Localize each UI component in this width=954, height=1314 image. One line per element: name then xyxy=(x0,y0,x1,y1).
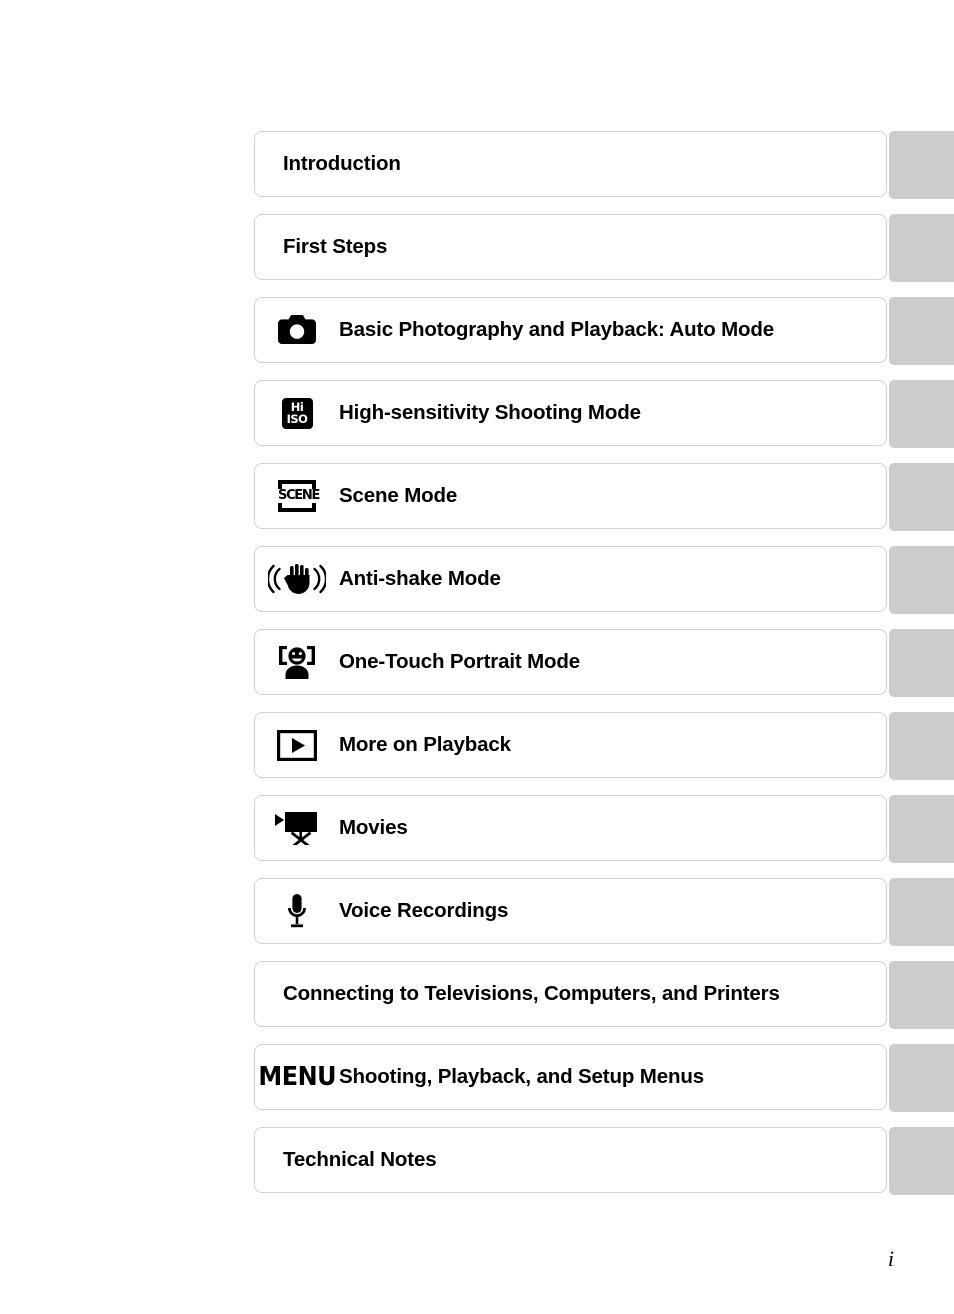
toc-row[interactable]: MENU Shooting, Playback, and Setup Menus xyxy=(254,1044,954,1112)
toc-entry-one-touch-portrait[interactable]: One-Touch Portrait Mode xyxy=(254,629,887,695)
icon-slot xyxy=(255,795,339,861)
camera-icon xyxy=(278,315,316,344)
icon-slot xyxy=(255,297,339,363)
toc-entry-introduction[interactable]: Introduction xyxy=(254,131,887,197)
icon-slot xyxy=(255,546,339,612)
toc-entry-label: Shooting, Playback, and Setup Menus xyxy=(339,1065,704,1089)
icon-slot: MENU xyxy=(255,1044,339,1110)
section-tab xyxy=(889,463,954,531)
section-tab xyxy=(889,546,954,614)
toc-row[interactable]: Hi ISO High-sensitivity Shooting Mode xyxy=(254,380,954,448)
toc-entry-basic-photography[interactable]: Basic Photography and Playback: Auto Mod… xyxy=(254,297,887,363)
toc-row[interactable]: First Steps xyxy=(254,214,954,282)
toc-entry-label: Voice Recordings xyxy=(339,899,509,923)
toc-entry-label: Anti-shake Mode xyxy=(339,567,501,591)
toc-row[interactable]: Connecting to Televisions, Computers, an… xyxy=(254,961,954,1029)
icon-slot xyxy=(255,878,339,944)
toc-entry-menus[interactable]: MENU Shooting, Playback, and Setup Menus xyxy=(254,1044,887,1110)
toc-row[interactable]: Anti-shake Mode xyxy=(254,546,954,614)
scene-icon-bar-bottom xyxy=(278,508,316,512)
toc-entry-scene-mode[interactable]: SCENE Scene Mode xyxy=(254,463,887,529)
microphone-icon xyxy=(288,894,306,928)
anti-shake-hand-icon xyxy=(268,564,326,594)
toc-entry-label: Basic Photography and Playback: Auto Mod… xyxy=(339,318,775,342)
toc-row[interactable]: SCENE Scene Mode xyxy=(254,463,954,531)
hi-iso-icon: Hi ISO xyxy=(281,397,313,429)
toc-entry-movies[interactable]: Movies xyxy=(254,795,887,861)
toc-entry-label: High-sensitivity Shooting Mode xyxy=(339,401,641,425)
hi-iso-icon-line2: ISO xyxy=(286,412,308,426)
icon-slot-empty xyxy=(255,1127,283,1193)
toc-entry-voice-recordings[interactable]: Voice Recordings xyxy=(254,878,887,944)
scene-icon-label: SCENE xyxy=(278,488,320,503)
section-tab xyxy=(889,1044,954,1112)
one-touch-portrait-icon xyxy=(279,646,315,679)
page-number: i xyxy=(887,1246,894,1271)
toc-entry-label: One-Touch Portrait Mode xyxy=(339,650,581,674)
section-tab xyxy=(889,380,954,448)
section-tab xyxy=(889,629,954,697)
section-tab xyxy=(889,961,954,1029)
toc-row[interactable]: Basic Photography and Playback: Auto Mod… xyxy=(254,297,954,365)
section-tab xyxy=(889,131,954,199)
toc-entry-connecting[interactable]: Connecting to Televisions, Computers, an… xyxy=(254,961,887,1027)
toc-row[interactable]: Voice Recordings xyxy=(254,878,954,946)
toc-row[interactable]: Movies xyxy=(254,795,954,863)
toc-entry-first-steps[interactable]: First Steps xyxy=(254,214,887,280)
section-tab xyxy=(889,795,954,863)
toc-row[interactable]: More on Playback xyxy=(254,712,954,780)
icon-slot-empty xyxy=(255,214,283,280)
section-tab xyxy=(889,1127,954,1195)
scene-icon-bar-top xyxy=(278,480,316,484)
icon-slot-empty xyxy=(255,131,283,197)
manual-page: Introduction First Steps Basic Photograp… xyxy=(0,0,954,1314)
toc-entry-label: Scene Mode xyxy=(339,484,458,508)
scene-icon: SCENE xyxy=(278,480,320,512)
icon-slot xyxy=(255,712,339,778)
toc-entry-label: First Steps xyxy=(283,235,388,259)
section-tab xyxy=(889,297,954,365)
section-tab xyxy=(889,878,954,946)
toc-entry-label: Movies xyxy=(339,816,408,840)
toc-row[interactable]: Introduction xyxy=(254,131,954,199)
section-tab xyxy=(889,214,954,282)
toc-entry-technical-notes[interactable]: Technical Notes xyxy=(254,1127,887,1193)
icon-slot xyxy=(255,629,339,695)
toc-entry-label: More on Playback xyxy=(339,733,511,757)
playback-icon xyxy=(277,729,317,761)
menu-icon: MENU xyxy=(258,1062,336,1092)
toc-entry-anti-shake[interactable]: Anti-shake Mode xyxy=(254,546,887,612)
toc-entry-high-sensitivity[interactable]: Hi ISO High-sensitivity Shooting Mode xyxy=(254,380,887,446)
toc-entry-more-on-playback[interactable]: More on Playback xyxy=(254,712,887,778)
icon-slot-empty xyxy=(255,961,283,1027)
toc-entry-label: Connecting to Televisions, Computers, an… xyxy=(283,982,780,1006)
icon-slot: SCENE xyxy=(255,463,339,529)
icon-slot: Hi ISO xyxy=(255,380,339,446)
toc-row[interactable]: Technical Notes xyxy=(254,1127,954,1195)
table-of-contents: Introduction First Steps Basic Photograp… xyxy=(254,131,954,1210)
toc-row[interactable]: One-Touch Portrait Mode xyxy=(254,629,954,697)
section-tab xyxy=(889,712,954,780)
toc-entry-label: Introduction xyxy=(283,152,401,176)
movie-camera-icon xyxy=(275,812,317,845)
toc-entry-label: Technical Notes xyxy=(283,1148,437,1172)
